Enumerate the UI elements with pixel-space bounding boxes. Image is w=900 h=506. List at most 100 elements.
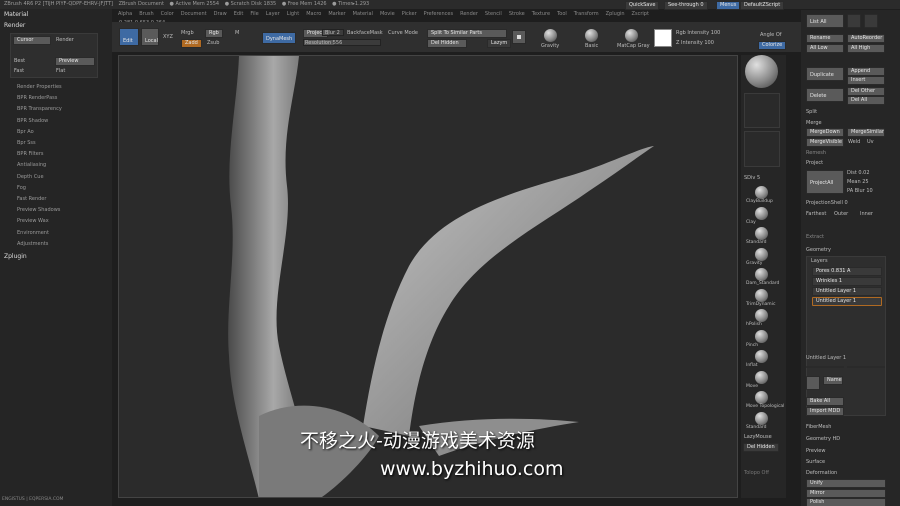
mergedown-button[interactable]: MergeDown [806, 128, 844, 137]
edit-button[interactable]: Edit [119, 28, 139, 46]
split-section[interactable]: Split [806, 109, 817, 115]
project-section[interactable]: Project [806, 160, 823, 166]
append-button[interactable]: Append [847, 67, 885, 76]
menu-transform[interactable]: Transform [574, 11, 599, 17]
projection-shell-slider[interactable]: ProjectionShell 0 [806, 200, 848, 206]
layer-row[interactable]: Untitled Layer 1 [812, 297, 882, 306]
brush-icon[interactable] [755, 227, 768, 240]
pa-blur-slider[interactable]: PA Blur 10 [847, 188, 873, 194]
subtool-up-icon[interactable] [847, 14, 861, 28]
dynamesh-button[interactable]: DynaMesh [262, 32, 296, 44]
all-high-button[interactable]: All High [847, 44, 885, 53]
extract-section[interactable]: Extract [806, 234, 824, 240]
fibermesh-section[interactable]: FiberMesh [806, 424, 831, 430]
render-subitem[interactable]: BPR Filters [17, 151, 44, 157]
brush-icon[interactable] [755, 391, 768, 404]
all-low-button[interactable]: All Low [806, 44, 844, 53]
backface-mask-toggle[interactable]: BackfaceMask [347, 30, 383, 36]
menu-marker[interactable]: Marker [328, 11, 345, 17]
brush-icon[interactable] [755, 309, 768, 322]
menu-document[interactable]: Document [181, 11, 207, 17]
layers-section[interactable]: Layers [811, 258, 828, 264]
shelf-del-hidden-button[interactable]: Del Hidden [743, 443, 779, 452]
rename-button[interactable]: Rename [806, 34, 844, 43]
render-menu-header[interactable]: Render [4, 22, 25, 29]
brush-icon[interactable] [755, 247, 768, 261]
mergevisible-button[interactable]: MergeVisible [806, 138, 844, 147]
curve-mode-toggle[interactable]: Curve Mode [388, 30, 418, 36]
outer-button[interactable]: Outer [834, 211, 848, 217]
menu-stencil[interactable]: Stencil [485, 11, 502, 17]
xyz-toggle[interactable]: XYZ [163, 34, 173, 40]
menu-draw[interactable]: Draw [214, 11, 227, 17]
alpha-off-icon[interactable] [744, 131, 780, 167]
rgb-intensity-slider[interactable]: Rgb Intensity 100 [676, 30, 720, 36]
default-zscript-button[interactable]: DefaultZScript [740, 1, 785, 10]
render-subitem[interactable]: Preview Wax [17, 218, 49, 224]
del-other-button[interactable]: Del Other [847, 87, 885, 96]
m-button[interactable]: M [235, 30, 239, 36]
brush-icon[interactable] [755, 329, 768, 343]
menus-button[interactable]: Menus [716, 1, 741, 10]
render-subitem[interactable]: Bpr Sss [17, 140, 36, 146]
see-through-slider[interactable]: See-through 0 [664, 1, 708, 10]
render-subitem[interactable]: BPR Transparency [17, 106, 62, 112]
subtool-down-icon[interactable] [864, 14, 878, 28]
mirror-button[interactable]: Mirror [806, 489, 886, 498]
layer-row[interactable]: Pores 0.831 A [812, 267, 882, 276]
layer-up-icon[interactable] [806, 366, 844, 368]
render-subitem[interactable]: Antialiasing [17, 162, 46, 168]
render-button[interactable]: Render [56, 37, 74, 43]
menu-alpha[interactable]: Alpha [118, 11, 132, 17]
geometry-section[interactable]: Geometry [806, 247, 831, 253]
uv-button[interactable]: Uv [867, 139, 874, 145]
menu-preferences[interactable]: Preferences [424, 11, 453, 17]
dist-slider[interactable]: Dist 0.02 [847, 170, 870, 176]
layer-row[interactable]: Wrinkles 1 [812, 277, 882, 286]
render-subitem[interactable]: Render Properties [17, 84, 62, 90]
remesh-section[interactable]: Remesh [806, 150, 826, 156]
projectall-button[interactable]: ProjectAll [806, 170, 844, 194]
del-all-button[interactable]: Del All [847, 96, 885, 105]
mrgb-button[interactable]: Mrgb [181, 30, 194, 36]
merge-section[interactable]: Merge [806, 120, 822, 126]
list-all-button[interactable]: List All [806, 14, 844, 28]
brush-icon[interactable] [755, 350, 768, 363]
current-brush-icon[interactable] [745, 55, 778, 88]
lazymouse-button[interactable]: Lazym [487, 39, 512, 48]
delete-button[interactable]: Delete [806, 88, 844, 102]
cursor-button[interactable]: Cursor [13, 36, 51, 45]
render-subitem[interactable]: Bpr Ao [17, 129, 34, 135]
menu-color[interactable]: Color [161, 11, 174, 17]
render-subitem[interactable]: BPR RenderPass [17, 95, 57, 101]
del-hidden-button[interactable]: Del Hidden [427, 39, 467, 48]
menu-movie[interactable]: Movie [380, 11, 395, 17]
menu-macro[interactable]: Macro [306, 11, 321, 17]
gravity-icon[interactable] [544, 29, 557, 42]
name-button[interactable]: Name [823, 376, 843, 385]
menu-tool[interactable]: Tool [557, 11, 567, 17]
zsub-button[interactable]: Zsub [207, 40, 219, 46]
fast-button[interactable]: Fast [14, 68, 24, 74]
unify-button[interactable]: Unify [806, 479, 886, 488]
stroke-dots-icon[interactable] [744, 93, 780, 128]
surface-section[interactable]: Surface [806, 459, 825, 465]
weld-button[interactable]: Weld [848, 139, 860, 145]
render-subitem[interactable]: Depth Cue [17, 174, 44, 180]
render-subitem[interactable]: Preview Shadows [17, 207, 60, 213]
menu-layer[interactable]: Layer [266, 11, 280, 17]
menu-zscript[interactable]: Zscript [632, 11, 649, 17]
brush-icon[interactable] [755, 268, 768, 281]
menu-zplugin[interactable]: Zplugin [606, 11, 625, 17]
menu-file[interactable]: File [250, 11, 258, 17]
menu-light[interactable]: Light [287, 11, 299, 17]
mergesimilar-button[interactable]: MergeSimilar [847, 128, 885, 137]
menu-edit[interactable]: Edit [234, 11, 244, 17]
z-intensity-slider[interactable]: Z Intensity 100 [676, 40, 714, 46]
farthest-button[interactable]: Farthest [806, 211, 826, 217]
menu-render[interactable]: Render [460, 11, 478, 17]
new-layer-icon[interactable] [806, 376, 820, 390]
render-subitem[interactable]: Adjustments [17, 241, 48, 247]
zadd-button[interactable]: Zadd [181, 39, 202, 48]
flat-button[interactable]: Flat [56, 68, 65, 74]
